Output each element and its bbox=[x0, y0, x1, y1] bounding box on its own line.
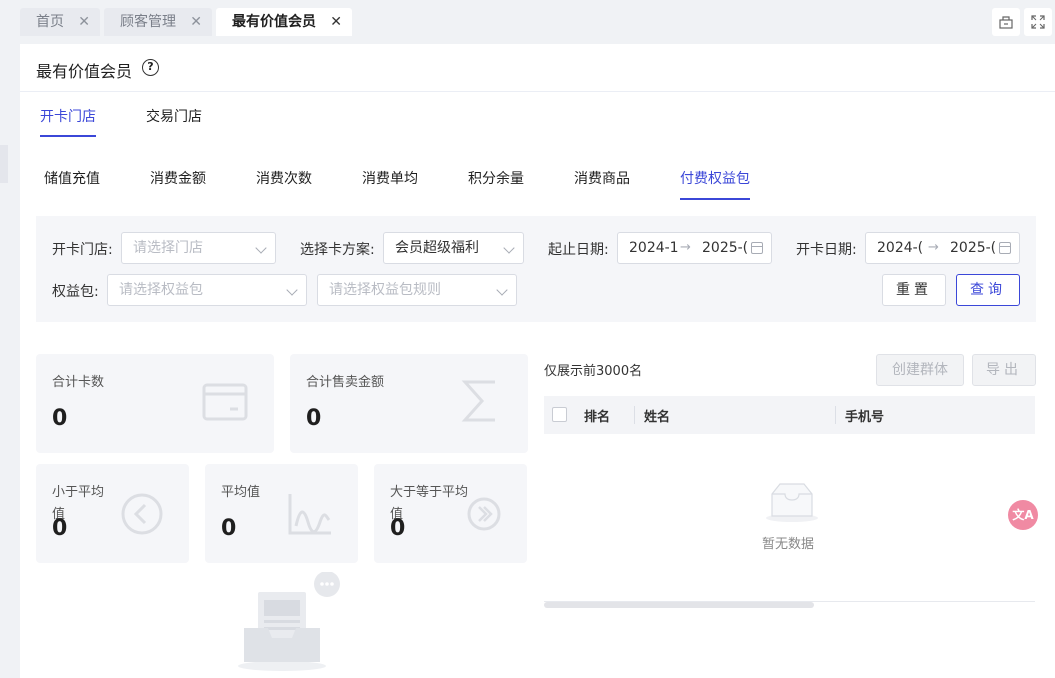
calendar-icon bbox=[999, 242, 1011, 254]
tab-customer-management[interactable]: 顾客管理 ✕ bbox=[104, 8, 212, 36]
arrow-right-icon: → bbox=[928, 240, 939, 255]
total-sales-label: 合计售卖金额 bbox=[306, 375, 385, 390]
query-button[interactable]: 查询 bbox=[956, 274, 1020, 306]
arrow-right-icon: → bbox=[680, 240, 691, 255]
close-icon[interactable]: ✕ bbox=[330, 8, 342, 36]
plan-select-value: 会员超级福利 bbox=[395, 240, 479, 256]
select-all-checkbox[interactable] bbox=[552, 407, 567, 422]
double-chevron-right-circle-icon bbox=[467, 497, 501, 531]
tab-spend-count[interactable]: 消费次数 bbox=[256, 168, 312, 188]
tab-transaction-store[interactable]: 交易门店 bbox=[146, 106, 202, 126]
package-rule-select[interactable]: 请选择权益包规则 bbox=[317, 274, 517, 306]
store-filter-label: 开卡门店: bbox=[52, 242, 113, 258]
tab-products[interactable]: 消费商品 bbox=[574, 168, 630, 188]
tab-open-card-store[interactable]: 开卡门店 bbox=[40, 106, 96, 126]
fullscreen-button[interactable] bbox=[1024, 8, 1052, 36]
close-icon[interactable]: ✕ bbox=[78, 8, 90, 36]
export-button[interactable]: 导出 bbox=[972, 354, 1036, 386]
chevron-down-icon bbox=[286, 284, 298, 296]
sigma-icon bbox=[461, 380, 495, 422]
close-icon[interactable]: ✕ bbox=[190, 8, 202, 36]
active-tab-indicator bbox=[40, 135, 96, 137]
open-end-date: 2025-( bbox=[950, 240, 997, 256]
chevron-left-circle-icon bbox=[121, 493, 163, 535]
reset-button[interactable]: 重置 bbox=[882, 274, 946, 306]
column-divider bbox=[835, 406, 836, 424]
below-average-card: 小于平均值 0 bbox=[36, 464, 189, 563]
chevron-down-icon bbox=[503, 242, 515, 254]
tab-spend-amount[interactable]: 消费金额 bbox=[150, 168, 206, 188]
divider bbox=[20, 91, 1055, 92]
filter-panel: 开卡门店: 请选择门店 选择卡方案: 会员超级福利 起止日期: 2024-1 →… bbox=[36, 216, 1036, 322]
average-value: 0 bbox=[221, 516, 237, 541]
package-filter-label: 权益包: bbox=[52, 284, 99, 300]
store-select-placeholder: 请选择门店 bbox=[133, 240, 203, 256]
total-cards-value: 0 bbox=[52, 406, 68, 431]
table-header: 排名 姓名 手机号 bbox=[544, 396, 1035, 434]
period-end-date: 2025-( bbox=[702, 240, 749, 256]
total-sales-value: 0 bbox=[306, 406, 322, 431]
chevron-down-icon bbox=[255, 242, 267, 254]
open-date-filter-label: 开卡日期: bbox=[796, 242, 857, 258]
card-icon bbox=[202, 383, 248, 421]
main-panel: 最有价值会员 ? 开卡门店 交易门店 储值充值 消费金额 消费次数 消费单均 积… bbox=[20, 44, 1055, 678]
tab-home[interactable]: 首页 ✕ bbox=[20, 8, 100, 36]
average-card: 平均值 0 bbox=[205, 464, 358, 563]
column-rank: 排名 bbox=[584, 410, 611, 425]
tab-most-valuable-members[interactable]: 最有价值会员 ✕ bbox=[216, 8, 352, 36]
store-select[interactable]: 请选择门店 bbox=[121, 232, 276, 264]
left-sidebar-edge bbox=[0, 0, 20, 678]
empty-data-text: 暂无数据 bbox=[762, 537, 815, 552]
create-group-button[interactable]: 创建群体 bbox=[876, 354, 964, 386]
tab-label: 顾客管理 bbox=[120, 14, 176, 30]
tab-points-balance[interactable]: 积分余量 bbox=[468, 168, 524, 188]
column-divider bbox=[634, 406, 635, 424]
help-icon[interactable]: ? bbox=[142, 59, 159, 76]
translate-icon[interactable]: 文A bbox=[1008, 500, 1038, 530]
empty-box-icon bbox=[766, 483, 818, 522]
column-name: 姓名 bbox=[644, 410, 671, 425]
total-cards-card: 合计卡数 0 bbox=[36, 354, 274, 453]
period-start-date: 2024-1 bbox=[629, 240, 679, 256]
open-date-range[interactable]: 2024-( → 2025-( bbox=[865, 232, 1020, 264]
sidebar-marker bbox=[0, 145, 8, 183]
total-cards-label: 合计卡数 bbox=[52, 375, 105, 390]
fullscreen-icon bbox=[1031, 15, 1045, 29]
tab-bar: 首页 ✕ 顾客管理 ✕ 最有价值会员 ✕ bbox=[20, 0, 1055, 44]
top-3000-note: 仅展示前3000名 bbox=[544, 364, 643, 379]
active-tab-indicator bbox=[680, 198, 750, 200]
tab-label: 最有价值会员 bbox=[232, 14, 316, 30]
tab-avg-spend[interactable]: 消费单均 bbox=[362, 168, 418, 188]
chevron-down-icon bbox=[496, 284, 508, 296]
plan-filter-label: 选择卡方案: bbox=[300, 242, 375, 258]
tab-label: 首页 bbox=[36, 14, 64, 30]
period-filter-label: 起止日期: bbox=[548, 242, 609, 258]
tab-stored-value[interactable]: 储值充值 bbox=[44, 168, 100, 188]
package-rule-placeholder: 请选择权益包规则 bbox=[329, 282, 441, 298]
column-phone: 手机号 bbox=[845, 410, 885, 425]
horizontal-scrollbar[interactable] bbox=[544, 602, 814, 608]
package-select-placeholder: 请选择权益包 bbox=[119, 282, 203, 298]
above-average-value: 0 bbox=[390, 516, 406, 541]
average-label: 平均值 bbox=[221, 485, 261, 500]
package-select[interactable]: 请选择权益包 bbox=[107, 274, 307, 306]
period-date-range[interactable]: 2024-1 → 2025-( bbox=[617, 232, 772, 264]
plan-select[interactable]: 会员超级福利 bbox=[383, 232, 524, 264]
calendar-icon bbox=[751, 242, 763, 254]
page-title: 最有价值会员 bbox=[36, 62, 133, 81]
sitemap-icon bbox=[999, 16, 1013, 29]
above-average-card: 大于等于平均值 0 bbox=[374, 464, 527, 563]
tab-paid-package[interactable]: 付费权益包 bbox=[680, 168, 750, 188]
empty-inbox-illustration bbox=[238, 572, 340, 671]
wave-chart-icon bbox=[288, 494, 331, 535]
sitemap-button[interactable] bbox=[992, 8, 1020, 36]
open-start-date: 2024-( bbox=[877, 240, 924, 256]
below-average-value: 0 bbox=[52, 516, 68, 541]
total-sales-card: 合计售卖金额 0 bbox=[290, 354, 528, 453]
